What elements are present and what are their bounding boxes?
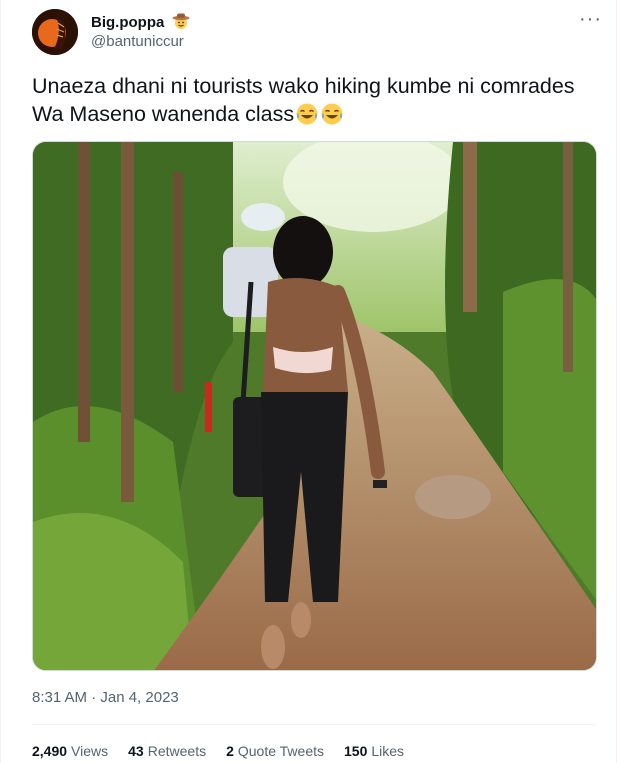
retweets-stat[interactable]: 43 Retweets: [128, 743, 206, 759]
quote-tweets-count: 2: [226, 743, 234, 759]
face-with-tears-of-joy-icon: [296, 103, 318, 125]
display-name[interactable]: Big.poppa: [91, 14, 164, 31]
user-handle[interactable]: @bantuniccur: [91, 33, 184, 51]
likes-stat[interactable]: 150 Likes: [344, 743, 404, 759]
avatar[interactable]: [32, 9, 78, 55]
quote-tweets-stat[interactable]: 2 Quote Tweets: [226, 743, 324, 759]
face-with-tears-of-joy-icon: [321, 103, 343, 125]
likes-label: Likes: [371, 743, 405, 759]
views-stat[interactable]: 2,490 Views: [32, 743, 108, 759]
views-count: 2,490: [32, 743, 68, 759]
display-name-row[interactable]: Big.poppa: [91, 12, 190, 32]
tweet-timestamp[interactable]: 8:31 AM · Jan 4, 2023: [32, 689, 179, 706]
cowboy-hat-face-icon: [172, 13, 189, 29]
more-horizontal-icon[interactable]: ···: [579, 9, 602, 29]
retweets-label: Retweets: [147, 743, 207, 759]
likes-count: 150: [344, 743, 368, 759]
tweet-photo[interactable]: [32, 141, 597, 671]
divider: [32, 724, 596, 725]
tweet-card: Big.poppa @bantuniccur ··· Unaeza dhani …: [0, 0, 617, 763]
retweets-count: 43: [128, 743, 144, 759]
tweet-stats: 2,490 Views 43 Retweets 2 Quote Tweets 150 L…: [32, 743, 424, 759]
views-label: Views: [71, 743, 109, 759]
quote-tweets-label: Quote Tweets: [237, 743, 325, 759]
tweet-text: Unaeza dhani ni tourists wako hiking kum…: [32, 72, 592, 128]
